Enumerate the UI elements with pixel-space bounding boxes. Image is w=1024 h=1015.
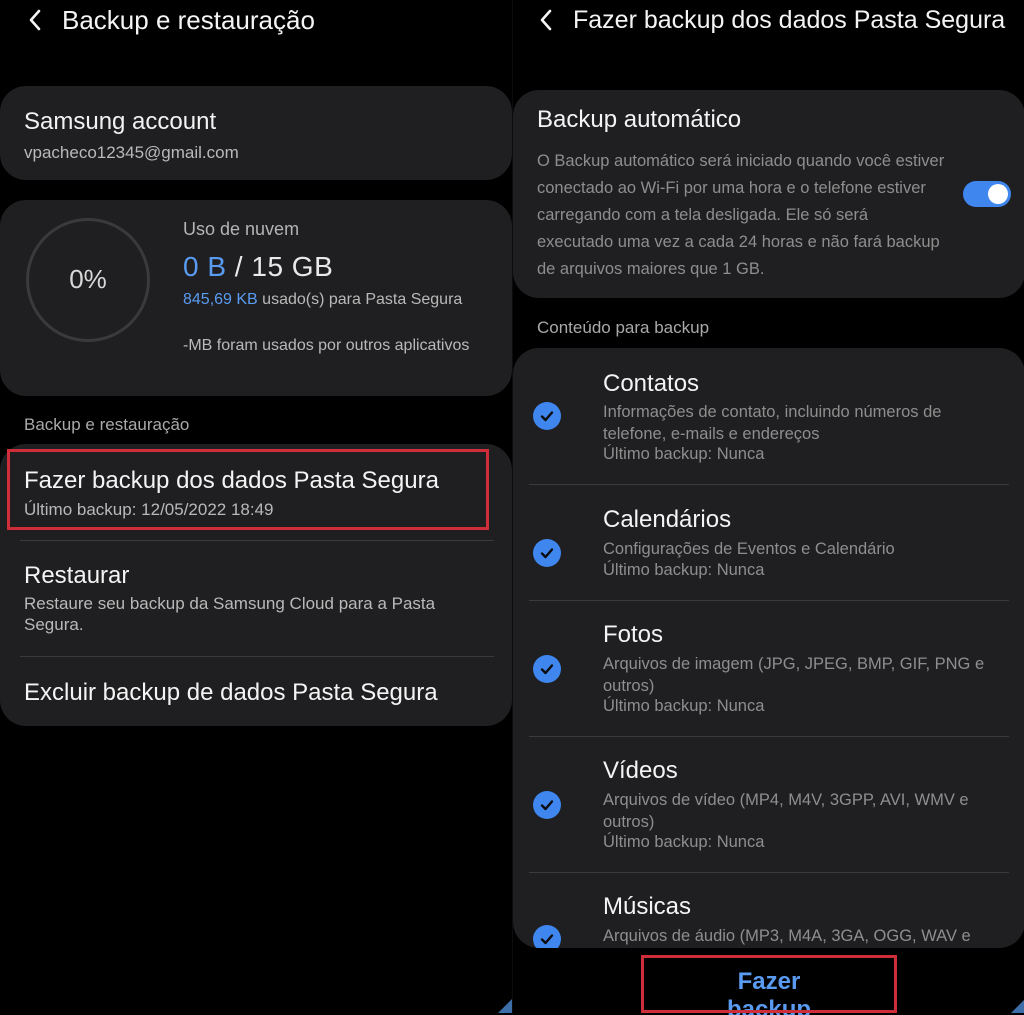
item-last-backup: Último backup: Nunca (603, 561, 765, 579)
checkbox-checked-icon[interactable] (533, 655, 561, 683)
amount-separator: / (226, 251, 252, 282)
top-app-bar: Backup e restauração (0, 0, 512, 40)
item-description: Arquivos de vídeo (MP4, M4V, 3GPP, AVI, … (603, 791, 969, 831)
list-item-contacts[interactable]: Contatos Informações de contato, incluin… (513, 348, 1024, 484)
backup-restore-screen: Backup e restauração Samsung account vpa… (0, 0, 512, 1015)
page-title: Backup e restauração (62, 4, 315, 35)
item-last-backup: Último backup: Nunca (603, 445, 765, 463)
restore-description: Restaure seu backup da Samsung Cloud par… (24, 594, 436, 634)
item-description: Informações de contato, incluindo número… (603, 403, 942, 443)
section-header-backup-content: Conteúdo para backup (537, 318, 710, 337)
item-last-backup: Último backup: Nunca (603, 697, 765, 715)
toggle-knob (988, 184, 1008, 204)
item-title: Calendários (603, 506, 732, 533)
restore-item[interactable]: Restaurar Restaure seu backup da Samsung… (0, 541, 512, 655)
item-title: Vídeos (603, 757, 678, 784)
account-email: vpacheco12345@gmail.com (24, 143, 239, 162)
item-description: Configurações de Eventos e Calendário (603, 540, 895, 558)
item-description: Arquivos de áudio (MP3, M4A, 3GA, OGG, W… (603, 927, 971, 945)
item-description: Arquivos de imagem (JPG, JPEG, BMP, GIF,… (603, 655, 985, 695)
checkbox-checked-icon[interactable] (533, 925, 561, 948)
back-arrow-icon[interactable] (531, 5, 561, 35)
auto-backup-description: O Backup automático será iniciado quando… (537, 152, 945, 278)
item-last-backup: Último backup: Nunca (603, 833, 765, 851)
list-item-videos[interactable]: Vídeos Arquivos de vídeo (MP4, M4V, 3GPP… (513, 737, 1024, 873)
auto-backup-title: Backup automático (537, 106, 742, 133)
section-header-backup-restore: Backup e restauração (24, 415, 190, 434)
list-item-photos[interactable]: Fotos Arquivos de imagem (JPG, JPEG, BMP… (513, 601, 1024, 737)
backup-content-list: Contatos Informações de contato, incluin… (513, 348, 1024, 948)
used-size-text: usado(s) para Pasta Segura (257, 291, 463, 308)
checkbox-checked-icon[interactable] (533, 539, 561, 567)
other-apps-usage: -MB foram usados por outros aplicativos (183, 337, 470, 354)
cloud-usage-title: Uso de nuvem (183, 219, 300, 239)
corner-mark (1011, 999, 1024, 1013)
backup-secure-folder-screen: Fazer backup dos dados Pasta Segura Back… (512, 0, 1024, 1015)
delete-backup-item[interactable]: Excluir backup de dados Pasta Segura (0, 657, 512, 726)
total-amount: 15 GB (251, 251, 334, 282)
backup-now-button[interactable]: Fazer backup (699, 968, 839, 1015)
backup-data-title: Fazer backup dos dados Pasta Segura (24, 467, 439, 494)
backup-data-item[interactable]: Fazer backup dos dados Pasta Segura Últi… (0, 444, 512, 540)
checkbox-checked-icon[interactable] (533, 791, 561, 819)
backup-menu-card: Fazer backup dos dados Pasta Segura Últi… (0, 444, 512, 726)
used-amount: 0 B (183, 251, 227, 282)
top-app-bar: Fazer backup dos dados Pasta Segura (513, 0, 1024, 40)
checkbox-checked-icon[interactable] (533, 402, 561, 430)
auto-backup-toggle[interactable] (963, 181, 1011, 207)
used-size: 845,69 KB (183, 291, 258, 308)
cloud-usage-amount: 0 B / 15 GB (183, 251, 333, 283)
restore-title: Restaurar (24, 562, 130, 589)
page-title: Fazer backup dos dados Pasta Segura (573, 5, 1006, 34)
item-title: Músicas (603, 893, 692, 920)
usage-percent: 0% (69, 264, 107, 294)
samsung-account-card[interactable]: Samsung account vpacheco12345@gmail.com (0, 86, 512, 180)
backup-data-last-backup: Último backup: 12/05/2022 18:49 (24, 500, 274, 519)
item-title: Contatos (603, 370, 700, 397)
secure-folder-usage: 845,69 KB usado(s) para Pasta Segura (183, 289, 473, 310)
account-name: Samsung account (24, 108, 217, 135)
back-arrow-icon[interactable] (20, 5, 50, 35)
list-item-music[interactable]: Músicas Arquivos de áudio (MP3, M4A, 3GA… (513, 873, 1024, 948)
corner-mark (498, 999, 512, 1013)
item-title: Fotos (603, 621, 664, 648)
delete-backup-title: Excluir backup de dados Pasta Segura (24, 679, 438, 706)
